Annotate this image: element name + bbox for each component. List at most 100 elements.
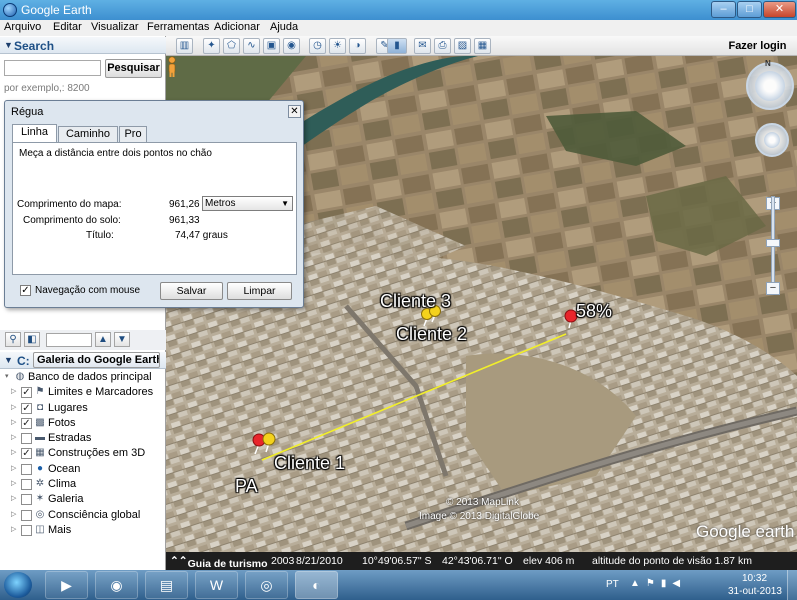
- add-placemark-icon[interactable]: ✦: [203, 38, 220, 54]
- label-cliente-2[interactable]: Cliente 2: [396, 324, 467, 345]
- media-player-icon[interactable]: ▶: [45, 571, 88, 599]
- layer-checkbox[interactable]: [21, 494, 32, 506]
- layer-checkbox[interactable]: ✓: [21, 448, 32, 460]
- close-window-button[interactable]: ✕: [763, 1, 796, 18]
- expand-arrow-icon[interactable]: ▷: [11, 403, 16, 411]
- label-pa[interactable]: PA: [235, 476, 258, 497]
- tab-caminho[interactable]: Caminho: [58, 126, 118, 142]
- view-in-maps-icon[interactable]: ▦: [474, 38, 491, 54]
- menu-editar[interactable]: Editar: [53, 21, 82, 33]
- collapse-triangle-icon[interactable]: ▼: [4, 40, 13, 50]
- clock-time[interactable]: 10:32: [742, 573, 767, 584]
- eye-icon[interactable]: [755, 71, 785, 101]
- planets-icon[interactable]: ◑: [349, 38, 366, 54]
- layer-item[interactable]: ▷ ✓ ▩ Fotos: [0, 416, 166, 431]
- layer-checkbox[interactable]: [21, 433, 32, 445]
- save-button[interactable]: Salvar: [160, 282, 223, 300]
- menu-ferramentas[interactable]: Ferramentas: [147, 21, 209, 33]
- layer-checkbox[interactable]: [21, 479, 32, 491]
- expand-arrow-icon[interactable]: ▷: [11, 525, 16, 533]
- layer-label: Fotos: [48, 416, 76, 429]
- login-button[interactable]: Fazer login: [721, 38, 794, 54]
- google-earth-icon[interactable]: ◐: [295, 571, 338, 599]
- expand-arrow-icon[interactable]: ▷: [11, 433, 16, 441]
- sunlight-icon[interactable]: ☀: [329, 38, 346, 54]
- image-overlay-icon[interactable]: ▣: [263, 38, 280, 54]
- tour-guide-button[interactable]: ⌃⌃ Guia de turismo: [170, 555, 268, 570]
- tab-linha[interactable]: Linha: [12, 124, 57, 142]
- label-cliente-1[interactable]: Cliente 1: [274, 453, 345, 474]
- expand-arrow-icon[interactable]: ▷: [11, 418, 16, 426]
- ruler-tab-content: Meça a distância entre dois pontos no ch…: [12, 142, 297, 275]
- expand-arrow-icon[interactable]: ▷: [11, 387, 16, 395]
- clear-button[interactable]: Limpar: [227, 282, 292, 300]
- layer-checkbox[interactable]: ✓: [21, 417, 32, 429]
- layer-item[interactable]: ▷ ▬ Estradas: [0, 431, 166, 446]
- expand-arrow-icon[interactable]: ▷: [11, 479, 16, 487]
- record-tour-icon[interactable]: ◉: [283, 38, 300, 54]
- language-indicator[interactable]: PT: [606, 579, 619, 590]
- chrome-icon[interactable]: ◎: [245, 571, 288, 599]
- expand-arrow-icon[interactable]: ▷: [11, 464, 16, 472]
- historical-imagery-icon[interactable]: ◷: [309, 38, 326, 54]
- mouse-navigation-checkbox[interactable]: ✓: [20, 285, 31, 296]
- hand-icon[interactable]: [764, 132, 780, 148]
- move-up-icon[interactable]: ▲: [95, 332, 111, 347]
- layer-checkbox[interactable]: ✓: [21, 402, 32, 414]
- print-icon[interactable]: ⎙: [434, 38, 451, 54]
- layer-checkbox[interactable]: ✓: [21, 387, 32, 399]
- add-path-icon[interactable]: ∿: [243, 38, 260, 54]
- layer-item[interactable]: ▷ ✓ ◘ Lugares: [0, 401, 166, 416]
- layer-item[interactable]: ▷ ✓ ⚑ Limites e Marcadores: [0, 385, 166, 400]
- close-icon[interactable]: ✕: [288, 105, 301, 118]
- layer-item[interactable]: ▷ ◎ Consciência global: [0, 508, 166, 523]
- expand-arrow-icon[interactable]: ▷: [11, 494, 16, 502]
- unit-select[interactable]: Metros ▼: [202, 196, 293, 211]
- zoom-out-button[interactable]: −: [766, 282, 780, 295]
- menu-ajuda[interactable]: Ajuda: [270, 21, 298, 33]
- expand-arrow-icon[interactable]: ▷: [11, 448, 16, 456]
- firefox-icon[interactable]: ◉: [95, 571, 138, 599]
- layer-item[interactable]: ▷ ✲ Clima: [0, 477, 166, 492]
- layer-item[interactable]: ▷ ✶ Galeria: [0, 492, 166, 507]
- layer-checkbox[interactable]: [21, 463, 32, 475]
- layer-item[interactable]: ▷ ● Ocean: [0, 462, 166, 477]
- label-58-percent[interactable]: 58%: [576, 301, 612, 322]
- save-image-icon[interactable]: ▨: [454, 38, 471, 54]
- menu-adicionar[interactable]: Adicionar: [214, 21, 260, 33]
- zoom-slider-thumb[interactable]: [766, 239, 780, 247]
- email-icon[interactable]: ✉: [414, 38, 431, 54]
- google-earth-gallery-button[interactable]: Galeria do Google Earth »: [33, 352, 160, 368]
- menu-arquivo[interactable]: Arquivo: [4, 21, 41, 33]
- add-polygon-icon[interactable]: ⬠: [223, 38, 240, 54]
- street-view-pegman-icon[interactable]: [166, 56, 178, 78]
- search-panel-header[interactable]: ▼ Search: [0, 37, 166, 54]
- ruler-active-icon[interactable]: ▮: [387, 38, 407, 54]
- folder-icon[interactable]: ▤: [145, 571, 188, 599]
- search-button[interactable]: Pesquisar: [105, 59, 162, 78]
- layer-item[interactable]: ▷ ◫ Mais: [0, 523, 166, 538]
- layer-item[interactable]: ▾ ◍ Banco de dados principal: [0, 370, 166, 385]
- clock-date[interactable]: 31-out-2013: [728, 586, 782, 597]
- sidebar-toggle-icon[interactable]: ▥: [176, 38, 193, 54]
- tray-icons[interactable]: ▲⚑▮◀: [630, 578, 686, 589]
- layer-checkbox[interactable]: [21, 524, 32, 536]
- word-icon[interactable]: W: [195, 571, 238, 599]
- search-input[interactable]: [4, 60, 101, 76]
- tab-pro[interactable]: Pro: [119, 126, 147, 142]
- maximize-button[interactable]: □: [737, 1, 762, 18]
- places-filter-input[interactable]: [46, 333, 92, 347]
- label-cliente-3[interactable]: Cliente 3: [380, 291, 451, 312]
- layer-checkbox[interactable]: [21, 509, 32, 521]
- minimize-button[interactable]: –: [711, 1, 736, 18]
- move-down-icon[interactable]: ▼: [114, 332, 130, 347]
- expand-arrow-icon[interactable]: ▾: [5, 372, 9, 380]
- menu-visualizar[interactable]: Visualizar: [91, 21, 139, 33]
- layer-item[interactable]: ▷ ✓ ▦ Construções em 3D: [0, 446, 166, 461]
- show-desktop-button[interactable]: [787, 570, 797, 600]
- start-button[interactable]: [4, 572, 32, 598]
- magnifier-icon[interactable]: ⚲: [5, 332, 21, 347]
- expand-arrow-icon[interactable]: ▷: [11, 510, 16, 518]
- panel-toggle-icon[interactable]: ◧: [24, 332, 40, 347]
- collapse-triangle-icon[interactable]: ▼: [4, 355, 13, 365]
